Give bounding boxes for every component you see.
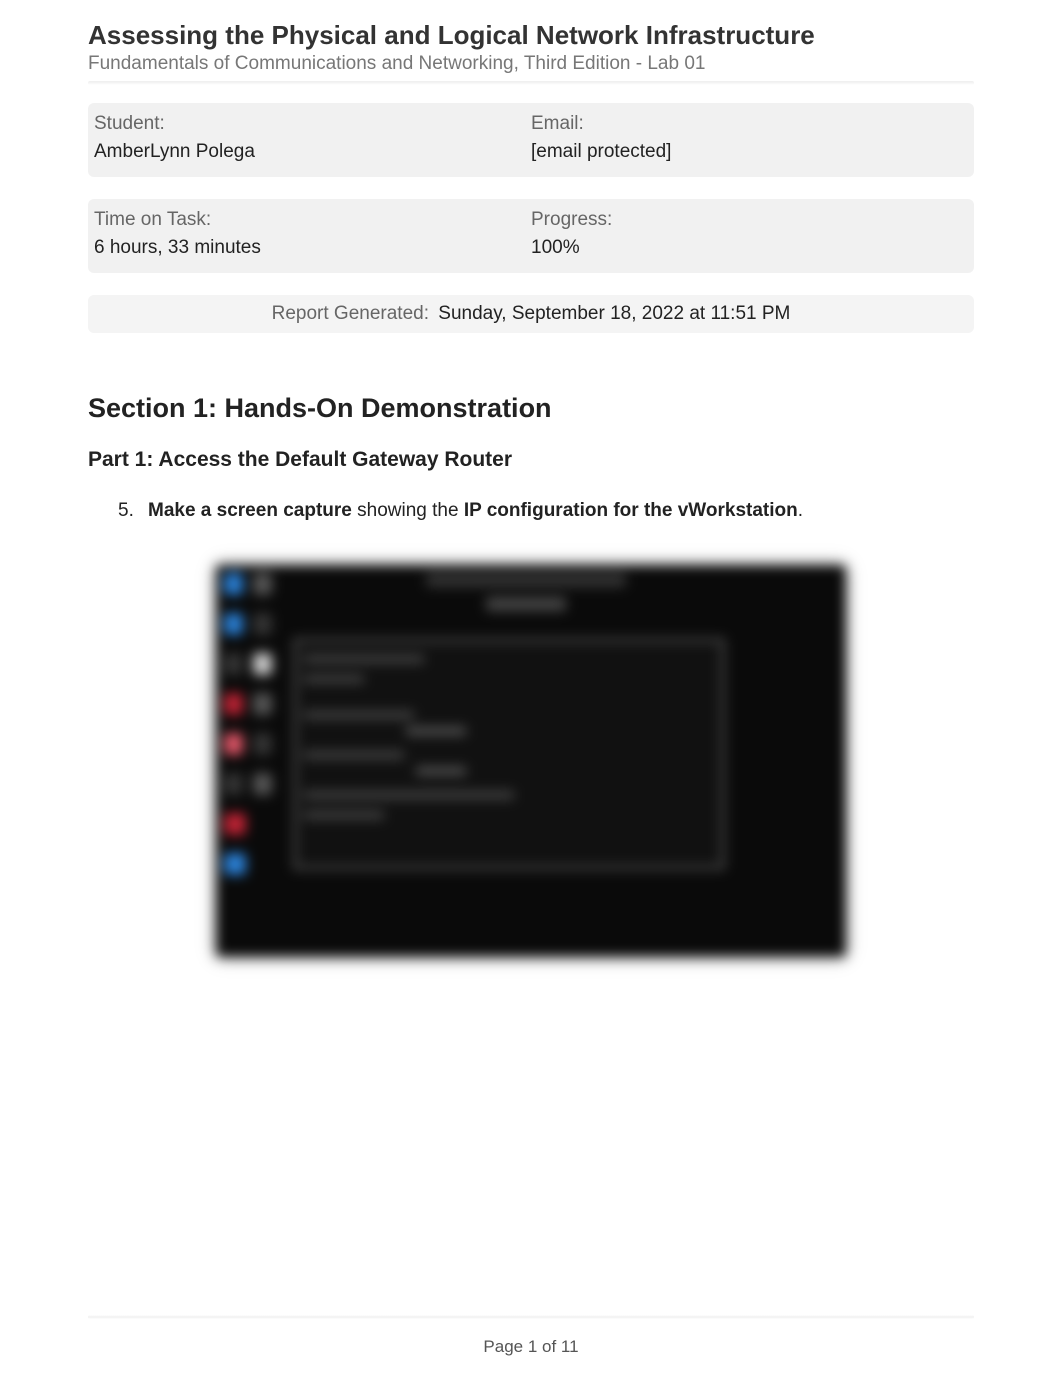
taskbar-icon [224, 733, 243, 755]
terminal-window [294, 639, 724, 869]
terminal-text-line [406, 727, 466, 735]
step-bold-2: IP configuration for the vWorkstation [464, 500, 798, 521]
terminal-text-line [304, 711, 414, 719]
terminal-subtitle [486, 597, 566, 611]
taskbar-icon [224, 653, 243, 675]
document-subtitle: Fundamentals of Communications and Netwo… [88, 53, 974, 75]
report-generated-block: Report Generated: Sunday, September 18, … [88, 295, 974, 333]
step-bold-1: Make a screen capture [148, 500, 352, 521]
terminal-text-line [304, 811, 384, 819]
terminal-text-line [416, 767, 466, 775]
time-label: Time on Task: [94, 209, 531, 231]
taskbar-icon [253, 573, 272, 595]
student-value: AmberLynn Polega [94, 141, 531, 163]
taskbar-icon [224, 813, 246, 835]
taskbar-icon [224, 573, 243, 595]
task-info-block: Time on Task: 6 hours, 33 minutes Progre… [88, 199, 974, 273]
email-label: Email: [531, 113, 968, 135]
taskbar-icon [253, 693, 272, 715]
taskbar-icon [253, 613, 272, 635]
student-info-block: Student: AmberLynn Polega Email: [email … [88, 103, 974, 177]
embedded-screenshot [216, 565, 846, 957]
section-heading: Section 1: Hands-On Demonstration [88, 393, 974, 424]
report-generated-value: Sunday, September 18, 2022 at 11:51 PM [438, 303, 790, 324]
step-number: 5. [118, 498, 134, 525]
terminal-text-line [304, 675, 364, 683]
page-footer: Page 1 of 11 [88, 1329, 974, 1357]
step-mid: showing the [352, 500, 464, 521]
progress-value: 100% [531, 237, 968, 259]
taskbar-icon [224, 613, 243, 635]
document-title: Assessing the Physical and Logical Netwo… [88, 20, 974, 51]
taskbar-icon [253, 733, 272, 755]
step-end: . [798, 500, 803, 521]
part-heading: Part 1: Access the Default Gateway Route… [88, 448, 974, 472]
terminal-text-line [304, 751, 404, 759]
taskbar-icon [224, 773, 243, 795]
taskbar-icons [222, 569, 272, 949]
terminal-titlebar [426, 573, 626, 587]
step-item: 5. Make a screen capture showing the IP … [124, 498, 974, 525]
taskbar-icon [253, 653, 272, 675]
footer-divider [88, 1315, 974, 1319]
steps-list: 5. Make a screen capture showing the IP … [124, 498, 974, 525]
screenshot-container [88, 565, 974, 957]
header-divider [88, 81, 974, 85]
student-label: Student: [94, 113, 531, 135]
terminal-text-line [304, 655, 424, 663]
terminal-text-line [304, 791, 514, 799]
taskbar-icon [224, 853, 246, 875]
taskbar-icon [224, 693, 243, 715]
report-generated-label: Report Generated: [272, 303, 429, 324]
progress-label: Progress: [531, 209, 968, 231]
taskbar-icon [253, 773, 272, 795]
time-value: 6 hours, 33 minutes [94, 237, 531, 259]
email-value: [email protected] [531, 141, 968, 163]
